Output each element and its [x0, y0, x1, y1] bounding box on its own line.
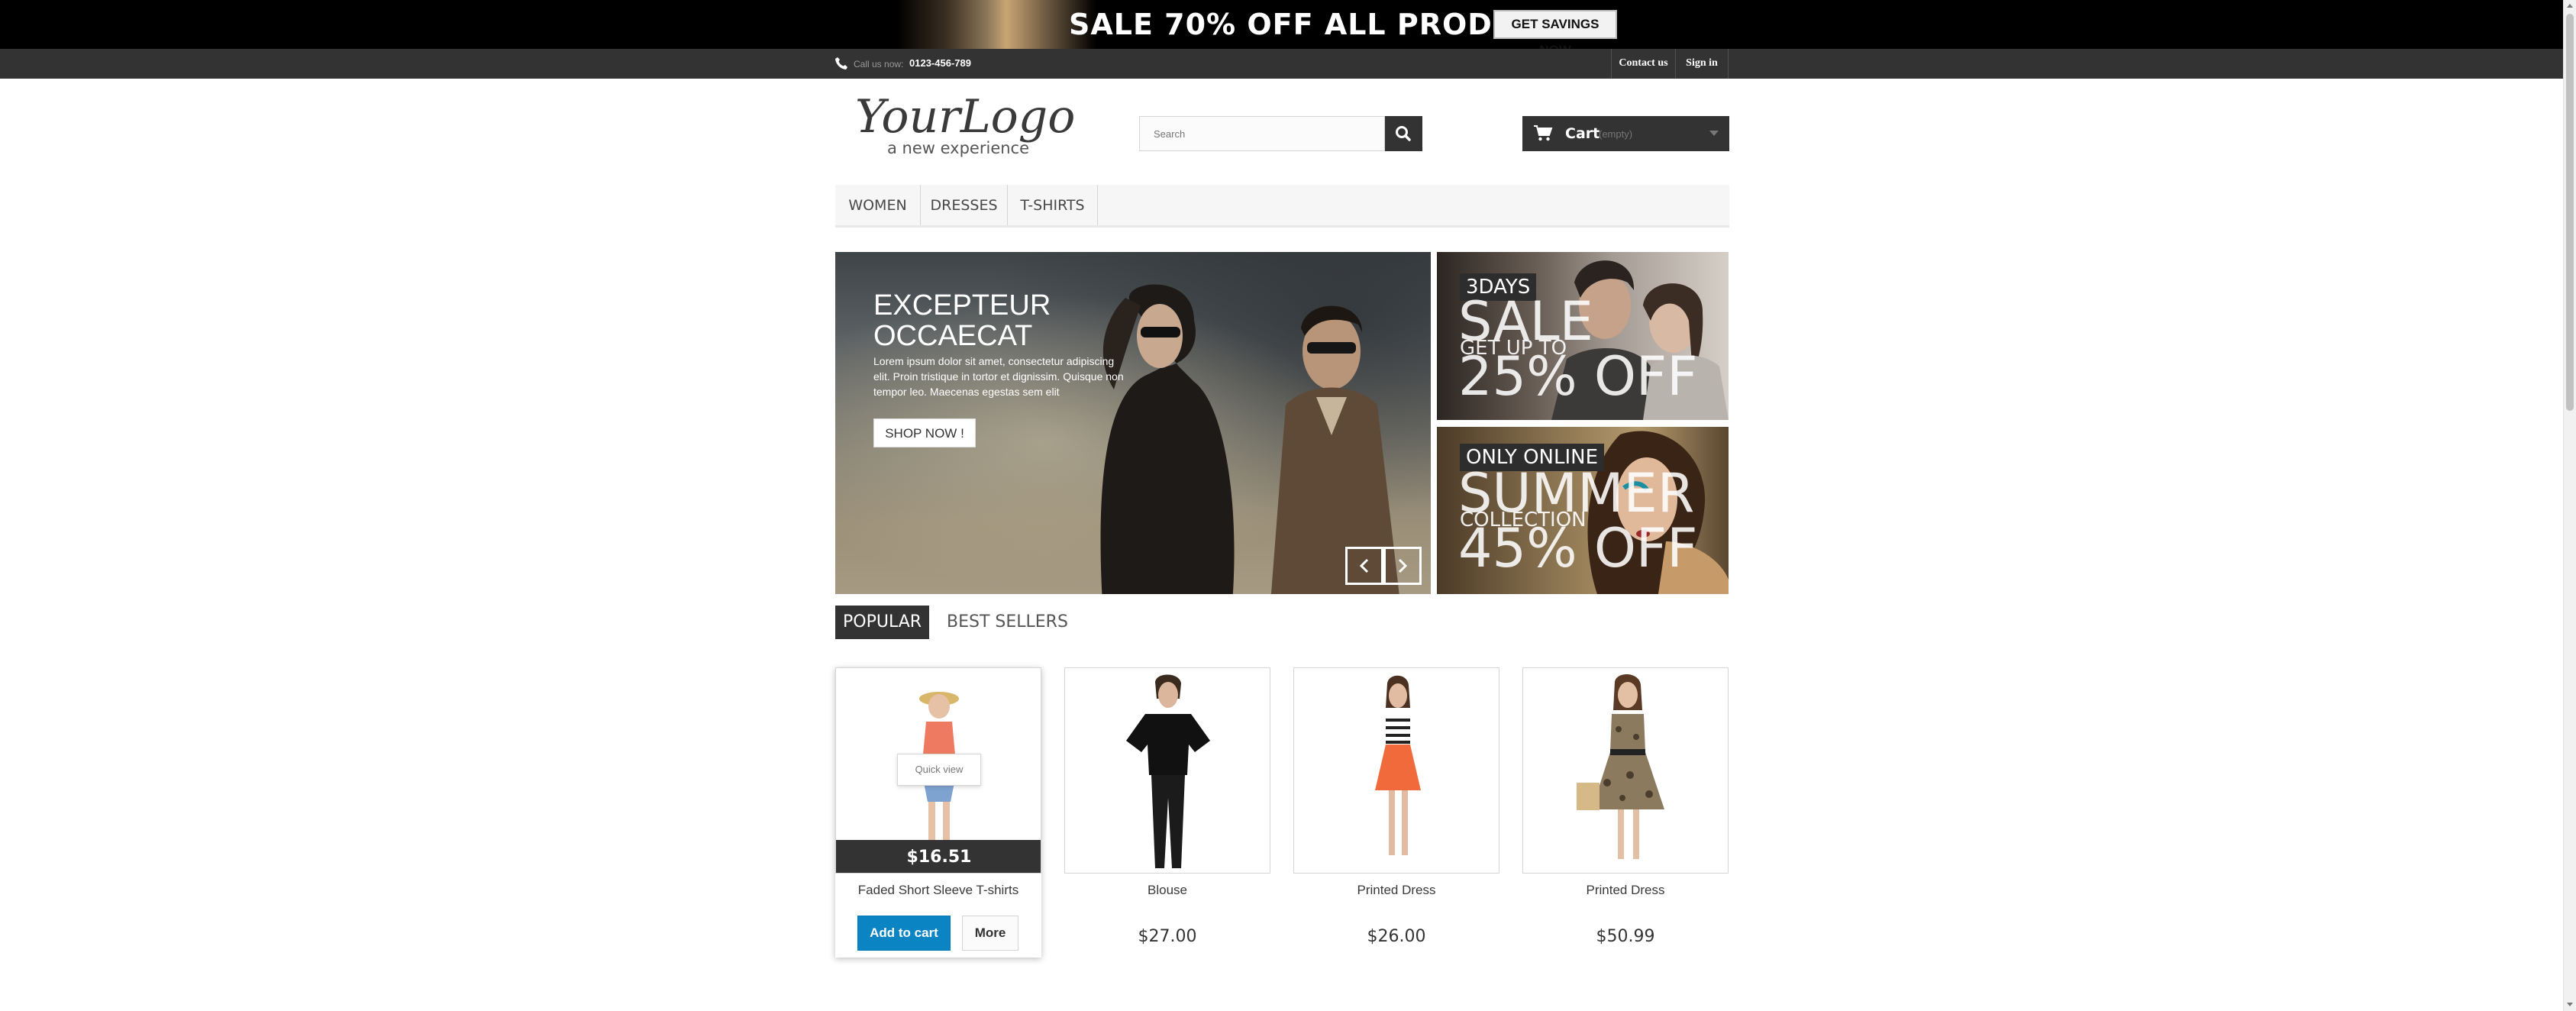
- slider-prev-button[interactable]: [1345, 547, 1383, 585]
- add-to-cart-button[interactable]: Add to cart: [857, 916, 951, 951]
- call-us-label: Call us now:: [854, 59, 904, 69]
- quick-view-button[interactable]: Quick view: [897, 754, 981, 786]
- search-icon: [1396, 126, 1411, 141]
- scroll-up-arrow-icon[interactable]: [2567, 4, 2573, 8]
- product-name[interactable]: Printed Dress: [1293, 881, 1499, 900]
- product-hover-price: $16.51: [836, 840, 1041, 873]
- summer-banner[interactable]: ONLY ONLINE SUMMER COLLECTION 45% OFF: [1437, 427, 1729, 594]
- chevron-right-icon: [1398, 558, 1408, 573]
- slide-title: EXCEPTEUR OCCAECAT: [873, 290, 1102, 351]
- search-button[interactable]: [1385, 116, 1422, 151]
- home-slider[interactable]: EXCEPTEUR OCCAECAT Lorem ipsum dolor sit…: [835, 252, 1431, 594]
- contact-us-link[interactable]: Contact us: [1611, 49, 1675, 79]
- menu-item-tshirts[interactable]: T-shirts: [1008, 185, 1098, 225]
- product-price: $50.99: [1596, 927, 1655, 946]
- more-button[interactable]: More: [962, 916, 1018, 951]
- cart-status: (empty): [1599, 128, 1633, 140]
- search-input[interactable]: [1139, 116, 1385, 151]
- page: SALE 70% OFF ALL PRODUCTS GET SAVINGS NO…: [0, 0, 2576, 1011]
- promo-model-image: [897, 0, 1096, 49]
- product-photo-blouse: [1126, 674, 1210, 868]
- product-name[interactable]: Printed Dress: [1522, 881, 1729, 900]
- phone-icon: [835, 57, 847, 69]
- product-image[interactable]: [1293, 667, 1499, 874]
- product-name[interactable]: Faded Short Sleeve T-shirts: [835, 881, 1041, 900]
- scrollbar-thumb[interactable]: [2566, 14, 2574, 411]
- cart-dropdown[interactable]: Cart (empty): [1522, 116, 1729, 151]
- tab-popular[interactable]: Popular: [835, 606, 930, 639]
- tab-best-sellers[interactable]: Best Sellers: [939, 606, 1076, 639]
- product-image[interactable]: Quick view $16.51: [835, 667, 1041, 874]
- chevron-down-icon: [1709, 131, 1719, 136]
- product-price: $27.00: [1138, 927, 1197, 946]
- product-name[interactable]: Blouse: [1064, 881, 1270, 900]
- product-photo-printed-dress: [1375, 675, 1421, 855]
- category-menu: Women Dresses T-shirts: [835, 185, 1729, 228]
- product-price: $26.00: [1367, 927, 1426, 946]
- slide-description: Lorem ipsum dolor sit amet, consectetur …: [873, 355, 1124, 398]
- logo-main: YourLogo: [855, 92, 1075, 144]
- product-photo-printed-dress-2: [1577, 673, 1664, 859]
- logo-tagline: a new experience: [887, 139, 1029, 157]
- product-image[interactable]: [1522, 667, 1729, 874]
- product-image[interactable]: [1064, 667, 1270, 874]
- top-nav: Call us now: 0123-456-789 Contact us Sig…: [0, 49, 2563, 79]
- menu-item-dresses[interactable]: Dresses: [921, 185, 1008, 225]
- banner2-discount: 45% OFF: [1458, 517, 1698, 580]
- get-savings-button[interactable]: GET SAVINGS NOW: [1493, 10, 1617, 57]
- promo-banner[interactable]: SALE 70% OFF ALL PRODUCTS GET SAVINGS NO…: [0, 0, 2563, 57]
- slide-title-line1: EXCEPTEUR: [873, 289, 1051, 321]
- page-scrollbar[interactable]: [2563, 0, 2576, 1011]
- scroll-down-arrow-icon[interactable]: [2567, 1003, 2573, 1006]
- shop-now-button[interactable]: Shop now !: [873, 418, 976, 447]
- cart-icon: [1534, 125, 1553, 141]
- sign-in-link[interactable]: Sign in: [1675, 49, 1729, 79]
- banner1-discount: 25% OFF: [1458, 345, 1698, 408]
- cart-label: Cart: [1565, 125, 1600, 142]
- phone-number: 0123-456-789: [909, 57, 971, 69]
- site-logo[interactable]: YourLogo a new experience: [854, 92, 1075, 161]
- chevron-left-icon: [1359, 558, 1369, 573]
- menu-item-women[interactable]: Women: [835, 185, 921, 225]
- slide-title-line2: OCCAECAT: [873, 320, 1033, 352]
- slider-next-button[interactable]: [1383, 547, 1422, 585]
- slide-model-woman: [1100, 284, 1235, 594]
- sale-banner[interactable]: 3DAYS SALE GET UP TO 25% OFF: [1437, 252, 1729, 420]
- product-card[interactable]: Quick view $16.51 Faded Short Sleeve T-s…: [835, 667, 1041, 958]
